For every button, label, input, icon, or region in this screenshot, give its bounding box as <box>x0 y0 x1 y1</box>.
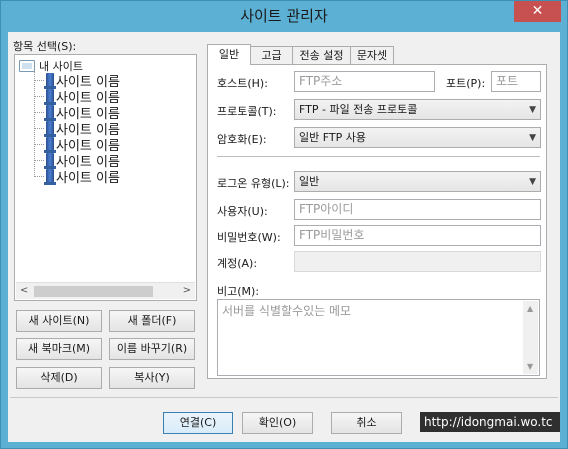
scroll-down-icon[interactable]: ▼ <box>527 362 533 371</box>
port-field[interactable]: 포트 <box>491 71 541 92</box>
encryption-value: 일반 FTP 사용 <box>299 131 366 144</box>
computer-icon <box>19 60 35 72</box>
encryption-select[interactable]: 일반 FTP 사용 ▼ <box>294 127 541 148</box>
copy-button[interactable]: 복사(Y) <box>109 367 195 389</box>
delete-button[interactable]: 삭제(D) <box>16 367 102 389</box>
server-icon <box>44 72 56 89</box>
password-label: 비밀번호(W): <box>217 231 281 244</box>
new-site-button[interactable]: 새 사이트(N) <box>16 310 102 332</box>
new-folder-button[interactable]: 새 폴더(F) <box>109 310 195 332</box>
site-manager-window: 사이트 관리자 ✕ 항목 선택(S): 내 사이트 사이트 이름 사이트 이름 … <box>0 0 568 449</box>
title-bar[interactable]: 사이트 관리자 ✕ <box>1 1 567 31</box>
ok-button[interactable]: 확인(O) <box>242 412 313 434</box>
encryption-label: 암호화(E): <box>217 133 267 146</box>
server-icon <box>44 152 56 169</box>
tab-advanced[interactable]: 고급 <box>250 46 293 65</box>
host-field[interactable]: FTP주소 <box>294 71 435 92</box>
logon-type-value: 일반 <box>299 175 320 188</box>
port-label: 포트(P): <box>446 77 486 90</box>
connect-button[interactable]: 연결(C) <box>163 412 233 434</box>
memo-field[interactable]: 서버를 식별할수있는 메모 ▲ ▼ <box>217 299 540 376</box>
protocol-value: FTP - 파일 전송 프로토콜 <box>299 103 418 116</box>
host-label: 호스트(H): <box>217 77 268 90</box>
chevron-down-icon: ▼ <box>529 177 536 187</box>
tab-transfer-settings[interactable]: 전송 설정 <box>292 46 351 65</box>
memo-scrollbar[interactable]: ▲ ▼ <box>523 301 538 374</box>
scroll-left-icon[interactable]: < <box>20 285 28 296</box>
tree-item[interactable]: 사이트 이름 <box>34 168 120 186</box>
scroll-up-icon[interactable]: ▲ <box>527 304 533 313</box>
memo-placeholder: 서버를 식별할수있는 메모 <box>222 304 352 318</box>
password-field[interactable]: FTP비밀번호 <box>294 225 541 246</box>
server-icon <box>44 88 56 105</box>
account-field <box>294 251 541 272</box>
scroll-right-icon[interactable]: > <box>183 285 191 296</box>
scroll-thumb[interactable] <box>34 286 153 297</box>
dialog-body: 항목 선택(S): 내 사이트 사이트 이름 사이트 이름 사이트 이름 사이트… <box>8 32 560 442</box>
protocol-select[interactable]: FTP - 파일 전송 프로토콜 ▼ <box>294 99 541 120</box>
cancel-button[interactable]: 취소 <box>331 412 402 434</box>
general-panel: 호스트(H): FTP주소 포트(P): 포트 프로토콜(T): FTP - 파… <box>207 64 547 379</box>
window-title: 사이트 관리자 <box>240 7 328 25</box>
tree-item-label: 사이트 이름 <box>56 170 120 186</box>
server-icon <box>44 120 56 137</box>
logon-type-label: 로그온 유형(L): <box>217 177 290 190</box>
tree-label: 항목 선택(S): <box>13 40 77 53</box>
chevron-down-icon: ▼ <box>529 133 536 143</box>
memo-label: 비고(M): <box>217 285 260 298</box>
user-field[interactable]: FTP아이디 <box>294 199 541 220</box>
logon-type-select[interactable]: 일반 ▼ <box>294 171 541 192</box>
account-label: 계정(A): <box>217 257 258 270</box>
server-icon <box>44 168 56 185</box>
tab-general[interactable]: 일반 <box>207 44 251 65</box>
separator <box>217 156 540 157</box>
chevron-down-icon: ▼ <box>529 105 536 115</box>
site-tree[interactable]: 내 사이트 사이트 이름 사이트 이름 사이트 이름 사이트 이름 사이트 이름… <box>14 54 197 301</box>
server-icon <box>44 136 56 153</box>
server-icon <box>44 104 56 121</box>
tab-charset[interactable]: 문자셋 <box>350 46 394 65</box>
protocol-label: 프로토콜(T): <box>217 105 277 118</box>
watermark-url: http://idongmai.wo.tc <box>420 412 560 432</box>
tree-horizontal-scrollbar[interactable]: < > <box>16 282 195 299</box>
new-bookmark-button[interactable]: 새 북마크(M) <box>16 338 102 360</box>
footer-divider <box>10 397 558 398</box>
rename-button[interactable]: 이름 바꾸기(R) <box>109 338 195 360</box>
close-button[interactable]: ✕ <box>514 1 561 22</box>
user-label: 사용자(U): <box>217 205 268 218</box>
